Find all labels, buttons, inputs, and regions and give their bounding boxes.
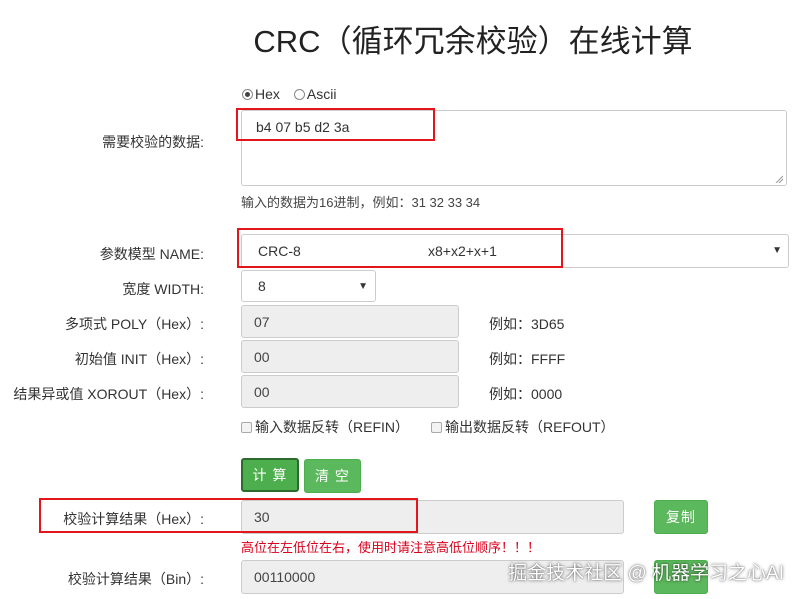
refin-option: 输入数据反转（REFIN） [241, 417, 409, 437]
refout-option: 输出数据反转（REFOUT） [431, 417, 615, 437]
radio-ascii-label[interactable]: Ascii [307, 86, 337, 102]
init-label: 初始值 INIT（Hex）: [74, 351, 204, 367]
init-input[interactable]: 00 [241, 340, 459, 373]
highlight-box-model [237, 228, 563, 268]
bit-order-warning: 高位在左低位在右，使用时请注意高低位顺序！！！ [241, 540, 541, 555]
radio-ascii[interactable] [293, 88, 305, 100]
clear-button[interactable]: 清 空 [304, 459, 361, 493]
chevron-down-icon: ▼ [772, 245, 782, 256]
poly-label: 多项式 POLY（Hex）: [65, 316, 204, 332]
input-format-radios: Hex Ascii [242, 86, 336, 102]
xorout-label: 结果异或值 XOROUT（Hex）: [13, 386, 204, 402]
refout-checkbox[interactable] [431, 421, 442, 433]
poly-input[interactable]: 07 [241, 305, 459, 338]
refin-label[interactable]: 输入数据反转（REFIN） [255, 417, 409, 437]
highlight-box-data [236, 108, 435, 141]
width-select[interactable]: 8 ▼ [241, 270, 376, 302]
width-label: 宽度 WIDTH: [122, 281, 204, 297]
poly-example: 例如：3D65 [489, 316, 565, 332]
xorout-example: 例如：0000 [489, 386, 563, 402]
width-value: 8 [258, 278, 266, 294]
model-label: 参数模型 NAME: [99, 246, 204, 262]
radio-hex-label[interactable]: Hex [255, 86, 280, 102]
refin-checkbox[interactable] [241, 421, 252, 433]
xorout-input[interactable]: 00 [241, 375, 459, 408]
radio-hex[interactable] [242, 88, 253, 100]
init-example: 例如：FFFF [489, 351, 566, 367]
watermark-text: 掘金技术社区 @ 机器学习之心AI [508, 563, 784, 584]
resize-handle-icon[interactable] [775, 175, 783, 183]
chevron-down-icon: ▼ [358, 281, 368, 292]
data-input-label: 需要校验的数据: [102, 134, 204, 150]
data-input-hint: 输入的数据为16进制，例如：31 32 33 34 [241, 195, 481, 210]
result-bin-label: 校验计算结果（Bin）: [67, 571, 204, 587]
copy-hex-button[interactable]: 复制 [654, 500, 708, 534]
refout-label[interactable]: 输出数据反转（REFOUT） [445, 417, 615, 437]
highlight-box-result [39, 498, 418, 533]
calculate-button[interactable]: 计 算 [241, 458, 299, 492]
page-title: CRC（循环冗余校验）在线计算 [253, 24, 693, 59]
